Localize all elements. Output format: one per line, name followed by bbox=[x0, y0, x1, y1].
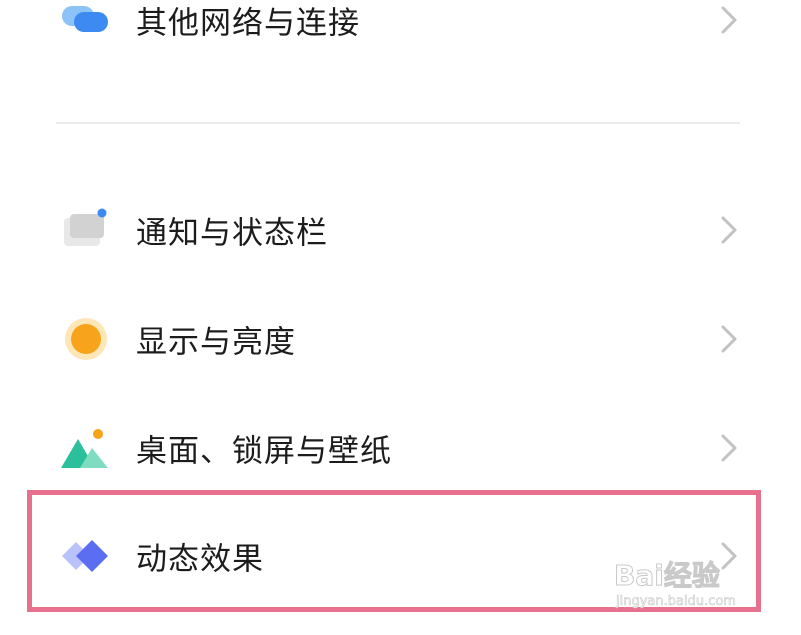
chevron-right-icon bbox=[716, 322, 742, 356]
chevron-right-icon bbox=[716, 431, 742, 465]
settings-item-label: 通知与状态栏 bbox=[136, 215, 328, 252]
motion-effects-icon bbox=[58, 528, 114, 584]
settings-item-other-networks[interactable]: 其他网络与连接 bbox=[0, 0, 801, 68]
settings-item-notifications[interactable]: 通知与状态栏 bbox=[0, 182, 801, 278]
settings-item-wallpaper[interactable]: 桌面、锁屏与壁纸 bbox=[0, 400, 801, 496]
chevron-right-icon bbox=[716, 213, 742, 247]
settings-item-motion-effects[interactable]: 动态效果 bbox=[0, 508, 801, 604]
settings-screen: 其他网络与连接 通知与状态栏 显示与亮度 桌面、锁屏与壁纸 动态效果 Bai经验… bbox=[0, 0, 801, 635]
desktop-wallpaper-icon bbox=[58, 420, 114, 476]
chevron-right-icon bbox=[716, 3, 742, 37]
display-brightness-icon bbox=[58, 311, 114, 367]
settings-item-display[interactable]: 显示与亮度 bbox=[0, 291, 801, 387]
settings-item-label: 其他网络与连接 bbox=[136, 5, 360, 42]
notification-statusbar-icon bbox=[58, 202, 114, 258]
chevron-right-icon bbox=[716, 539, 742, 573]
network-connection-icon bbox=[58, 0, 114, 48]
settings-item-label: 显示与亮度 bbox=[136, 324, 296, 361]
settings-item-label: 动态效果 bbox=[136, 541, 264, 578]
section-divider bbox=[56, 122, 740, 124]
settings-item-label: 桌面、锁屏与壁纸 bbox=[136, 433, 392, 470]
